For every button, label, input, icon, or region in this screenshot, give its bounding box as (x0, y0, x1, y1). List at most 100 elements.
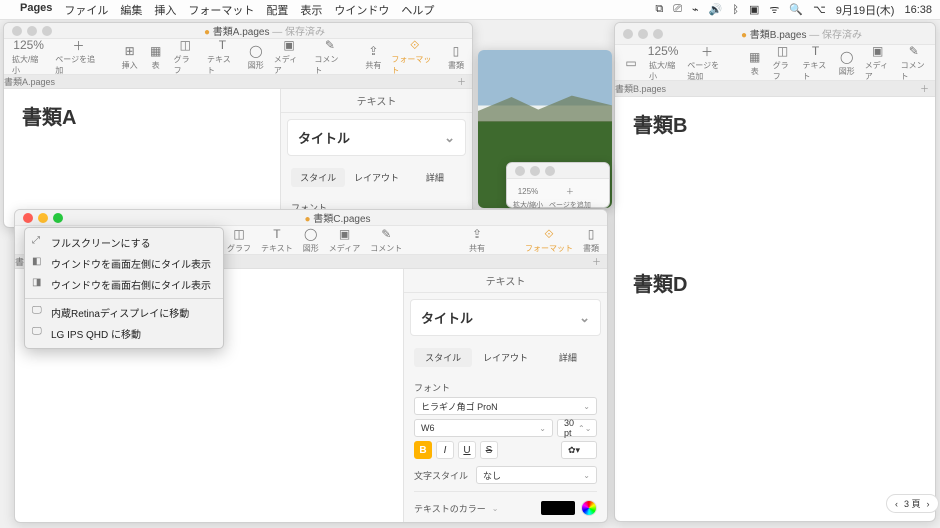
comment-button[interactable]: ✎コメント (901, 43, 927, 82)
close-icon[interactable] (12, 26, 22, 36)
shape-button[interactable]: ◯図形 (248, 43, 264, 71)
titlebar-c[interactable]: ● 書類C.pages (15, 210, 607, 226)
volume-icon[interactable]: 🔊 (709, 3, 723, 16)
zoom-icon[interactable] (53, 213, 63, 223)
mini-addpage[interactable]: ＋ページを追加 (549, 183, 591, 210)
shape-button[interactable]: ◯図形 (839, 49, 855, 77)
menu-window[interactable]: ウインドウ (334, 2, 389, 18)
bluetooth-icon[interactable]: ᛒ (732, 4, 739, 16)
media-button[interactable]: ▣メディア (329, 226, 360, 254)
shape-button[interactable]: ◯図形 (303, 226, 319, 254)
underline-button[interactable]: U (458, 441, 476, 459)
paragraph-style-dropdown[interactable]: タイトル⌄ (411, 300, 600, 335)
menu-edit[interactable]: 編集 (120, 2, 142, 18)
mini-zoom[interactable]: 125%拡大/縮小 (513, 183, 543, 210)
menu-format[interactable]: フォーマット (188, 2, 254, 18)
comment-button[interactable]: ✎コメント (370, 226, 402, 254)
canvas-a[interactable]: 書類A (4, 89, 280, 228)
tabbar-a[interactable]: 書類A.pages＋ (4, 75, 472, 89)
text-button[interactable]: Tテキスト (802, 43, 828, 82)
graph-button[interactable]: ◫グラフ (773, 43, 793, 82)
add-page-button[interactable]: ＋ページを追加 (687, 43, 726, 82)
char-style-dropdown[interactable]: なし⌄ (476, 466, 597, 484)
tab-style[interactable]: スタイル (291, 168, 345, 187)
font-family-dropdown[interactable]: ヒラギノ角ゴ ProN⌄ (414, 397, 597, 415)
chevron-icon[interactable]: ⌄ (492, 504, 499, 513)
menu-help[interactable]: ヘルプ (401, 2, 434, 18)
text-button[interactable]: Tテキスト (207, 37, 238, 76)
table-button[interactable]: ▦表 (148, 43, 164, 71)
share-button[interactable]: ⇪共有 (365, 43, 381, 71)
zoom-dropdown[interactable]: ▭ (623, 55, 639, 71)
media-button[interactable]: ▣メディア (274, 37, 305, 76)
font-size-stepper[interactable]: 30 pt⌃⌄ (557, 419, 597, 437)
format-button[interactable]: ⟐フォーマット (391, 37, 438, 76)
pager[interactable]: ‹ 3 頁 › (886, 494, 939, 513)
format-button[interactable]: ⟐フォーマット (525, 226, 573, 254)
font-weight-dropdown[interactable]: W6⌄ (414, 419, 553, 437)
menu-app[interactable]: Pages (20, 2, 52, 18)
share-button[interactable]: ⇪共有 (469, 226, 485, 254)
document-button[interactable]: ▯書類 (583, 226, 599, 254)
menu-tile-right[interactable]: ◨ウインドウを画面右側にタイル表示 (25, 274, 223, 295)
zoom-icon[interactable] (42, 26, 52, 36)
minimize-icon[interactable] (27, 26, 37, 36)
menu-arrange[interactable]: 配置 (266, 2, 288, 18)
tab-layout[interactable]: レイアウト (349, 168, 403, 187)
color-swatch[interactable] (541, 501, 575, 515)
tab-add[interactable]: ＋ (920, 82, 929, 95)
minimize-icon[interactable] (638, 29, 648, 39)
window-b[interactable]: ● 書類B.pages — 保存済み ▭ 125%拡大/縮小 ＋ページを追加 ▦… (614, 22, 936, 522)
control-center-icon[interactable]: ⌥ (813, 3, 826, 16)
insert-button[interactable]: ⊞挿入 (122, 43, 138, 71)
pager-prev-icon[interactable]: ‹ (895, 499, 898, 509)
table-button[interactable]: ▦表 (747, 49, 763, 77)
graph-button[interactable]: ◫グラフ (227, 226, 251, 254)
media-button[interactable]: ▣メディア (865, 43, 891, 82)
tabbar-b[interactable]: 書類B.pages＋ (615, 81, 935, 97)
color-wheel-button[interactable] (581, 500, 597, 516)
mini-window[interactable]: 125%拡大/縮小 ＋ページを追加 (506, 162, 610, 208)
titlebar-b[interactable]: ● 書類B.pages — 保存済み (615, 23, 935, 45)
menubar-date[interactable]: 9月19日(木) (836, 2, 895, 18)
menu-fullscreen[interactable]: ⤢フルスクリーンにする (25, 232, 223, 253)
tab-detail[interactable]: 詳細 (539, 348, 597, 367)
canvas-b[interactable]: 書類B 書類D (615, 97, 935, 521)
tab-add[interactable]: ＋ (457, 75, 466, 88)
advanced-gear-dropdown[interactable]: ✿▾ (561, 441, 597, 459)
screenshare-icon[interactable]: ▣ (749, 3, 759, 16)
menu-view[interactable]: 表示 (300, 2, 322, 18)
search-icon[interactable]: 🔍 (789, 3, 803, 16)
comment-button[interactable]: ✎コメント (314, 37, 345, 76)
document-button[interactable]: ▯書類 (448, 43, 464, 71)
bold-button[interactable]: B (414, 441, 432, 459)
menubar-time[interactable]: 16:38 (904, 4, 932, 16)
window-a[interactable]: ● 書類A.pages — 保存済み 125%拡大/縮小 ＋ページを追加 ⊞挿入… (3, 22, 473, 228)
tab-detail[interactable]: 詳細 (408, 168, 462, 187)
tab-style[interactable]: スタイル (414, 348, 472, 367)
text-button[interactable]: Tテキスト (261, 226, 293, 254)
status-icon[interactable]: ⧉ (655, 3, 663, 16)
window-tile-menu[interactable]: ⤢フルスクリーンにする ◧ウインドウを画面左側にタイル表示 ◨ウインドウを画面右… (24, 227, 224, 349)
add-page-button[interactable]: ＋ページを追加 (55, 37, 101, 76)
menu-move-display-lg[interactable]: 🖵LG IPS QHD に移動 (25, 323, 223, 344)
graph-button[interactable]: ◫グラフ (174, 37, 197, 76)
italic-button[interactable]: I (436, 441, 454, 459)
wifi-icon[interactable]: ᯤ (769, 2, 779, 17)
tab-layout[interactable]: レイアウト (476, 348, 534, 367)
strike-button[interactable]: S (480, 441, 498, 459)
close-icon[interactable] (623, 29, 633, 39)
zoom-level[interactable]: 125%拡大/縮小 (649, 43, 677, 82)
close-icon[interactable] (23, 213, 33, 223)
menu-move-display-retina[interactable]: 🖵内蔵Retinaディスプレイに移動 (25, 302, 223, 323)
menu-tile-left[interactable]: ◧ウインドウを画面左側にタイル表示 (25, 253, 223, 274)
status-icon[interactable]: ⎚ (673, 3, 682, 16)
tab-add[interactable]: ＋ (592, 255, 601, 268)
zoom-icon[interactable] (653, 29, 663, 39)
minimize-icon[interactable] (38, 213, 48, 223)
battery-icon[interactable]: ⌁ (692, 3, 699, 16)
menu-file[interactable]: ファイル (64, 2, 108, 18)
zoom-dropdown[interactable]: 125%拡大/縮小 (12, 37, 45, 76)
menu-insert[interactable]: 挿入 (154, 2, 176, 18)
paragraph-style-dropdown[interactable]: タイトル⌄ (288, 120, 465, 155)
